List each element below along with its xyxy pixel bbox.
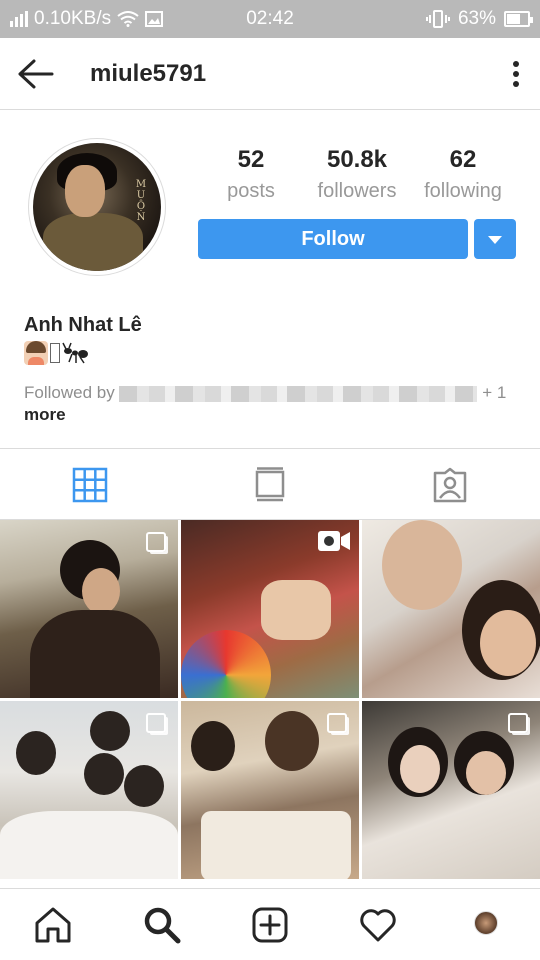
profile-header: miule5791 bbox=[0, 38, 540, 110]
post-thumbnail[interactable] bbox=[181, 520, 359, 698]
followed-by-names-blurred bbox=[119, 385, 478, 402]
back-arrow-icon[interactable] bbox=[14, 56, 56, 92]
tagged-icon[interactable] bbox=[432, 467, 468, 503]
following-label: following bbox=[424, 180, 502, 202]
multiple-photos-icon bbox=[327, 713, 347, 733]
woman-emoji-icon bbox=[24, 341, 48, 365]
post-thumbnail[interactable] bbox=[362, 701, 540, 879]
followed-by-count: + 1 bbox=[482, 383, 507, 402]
search-icon[interactable] bbox=[142, 905, 182, 945]
multiple-photos-icon bbox=[146, 532, 166, 552]
grid-icon[interactable] bbox=[72, 467, 108, 503]
post-thumbnail[interactable] bbox=[181, 701, 359, 879]
feed-icon[interactable] bbox=[252, 467, 288, 503]
followers-label: followers bbox=[317, 180, 397, 202]
posts-count: 52 bbox=[237, 146, 265, 173]
profile-tabs bbox=[0, 448, 540, 520]
post-thumbnail[interactable] bbox=[0, 520, 178, 698]
add-icon[interactable] bbox=[250, 905, 290, 945]
battery-icon bbox=[504, 11, 533, 27]
ant-emoji-icon bbox=[62, 342, 88, 364]
status-right: 63% bbox=[425, 8, 533, 30]
multiple-photos-icon bbox=[508, 713, 528, 733]
post-thumbnail[interactable] bbox=[0, 701, 178, 879]
posts-stat: 52 posts bbox=[214, 146, 288, 203]
followers-stat[interactable]: 50.8k followers bbox=[308, 146, 406, 203]
heart-icon[interactable] bbox=[358, 905, 398, 945]
unknown-glyph-icon bbox=[50, 343, 60, 363]
following-stat[interactable]: 62 following bbox=[416, 146, 510, 203]
chevron-down-icon bbox=[488, 236, 502, 244]
profile-avatar[interactable]: MUỘN bbox=[28, 138, 166, 276]
followed-by-more: more bbox=[24, 405, 66, 424]
follow-button[interactable]: Follow bbox=[198, 219, 468, 259]
home-icon[interactable] bbox=[33, 905, 73, 945]
post-thumbnail[interactable] bbox=[362, 520, 540, 698]
followed-by-text[interactable]: Followed by + 1 more bbox=[24, 382, 514, 426]
vibrate-icon bbox=[425, 10, 450, 28]
more-vertical-icon[interactable] bbox=[512, 60, 520, 88]
bottom-navigation bbox=[0, 888, 540, 960]
profile-avatar-icon[interactable] bbox=[474, 911, 498, 935]
status-bar: 0.10KB/s 02:42 63% bbox=[0, 0, 540, 38]
posts-grid bbox=[0, 520, 540, 888]
battery-fill bbox=[507, 14, 520, 24]
multiple-photos-icon bbox=[146, 713, 166, 733]
avatar-image: MUỘN bbox=[33, 143, 161, 271]
suggested-dropdown-button[interactable] bbox=[474, 219, 516, 259]
profile-username: miule5791 bbox=[90, 60, 207, 87]
posts-label: posts bbox=[227, 180, 275, 202]
followed-by-prefix: Followed by bbox=[24, 383, 115, 402]
battery-percent: 63% bbox=[457, 8, 496, 29]
profile-bio bbox=[24, 340, 90, 366]
profile-full-name: Anh Nhat Lê bbox=[24, 314, 142, 336]
followers-count: 50.8k bbox=[326, 146, 388, 173]
following-count: 62 bbox=[449, 146, 477, 173]
video-icon bbox=[318, 531, 350, 551]
